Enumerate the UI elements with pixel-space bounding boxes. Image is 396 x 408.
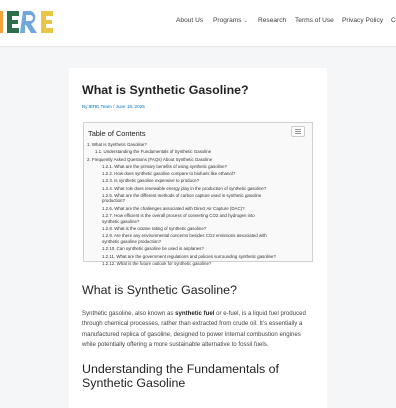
toc-item[interactable]: 1. What is Synthetic Gasoline? [87, 141, 276, 148]
post-card: What is Synthetic Gasoline? By IERE Team… [69, 68, 327, 408]
post-date: June 18, 2025 [115, 104, 145, 109]
toc-item[interactable]: 1.2.6. What are the challenges associate… [87, 205, 276, 212]
intro-paragraph: Synthetic gasoline, also known as synthe… [82, 309, 314, 351]
nav-item-privacy-policy[interactable]: Privacy Policy [342, 17, 383, 24]
chevron-down-icon: ⌄ [243, 18, 248, 24]
toc-item[interactable]: 1.2.12. What is the future outlook for s… [87, 260, 276, 267]
toc-item[interactable]: 1.2.4. What role does renewable energy p… [87, 185, 276, 192]
nav-item-about-us[interactable]: About Us [176, 17, 203, 24]
section-heading: What is Synthetic Gasoline? [82, 283, 237, 297]
toc-item[interactable]: 2. Frequently Asked Questions (FAQs) Abo… [87, 156, 276, 163]
site-logo[interactable] [0, 8, 70, 36]
table-of-contents: Table of Contents 1. What is Synthetic G… [83, 122, 313, 266]
author-link[interactable]: By IERE Team [82, 104, 112, 109]
list-icon [295, 129, 301, 134]
site-header: About Us Programs ⌄ Research Terms of Use… [0, 0, 396, 47]
nav-item-terms-of-use[interactable]: Terms of Use [295, 17, 334, 24]
nav-item-programs[interactable]: Programs ⌄ [213, 17, 248, 24]
paragraph-bold-term: synthetic fuel [175, 310, 215, 317]
toc-item[interactable]: 1.2.3. Is synthetic gasoline expensive t… [87, 177, 276, 184]
toc-item[interactable]: 1.2.10. Can synthetic gasoline be used i… [87, 245, 276, 252]
toc-item[interactable]: 1.2.1. What are the primary benefits of … [87, 163, 276, 170]
toc-title: Table of Contents [88, 129, 146, 138]
nav-item-research[interactable]: Research [258, 17, 286, 24]
post-meta: By IERE Team / June 18, 2025 [82, 104, 145, 109]
toc-item[interactable]: 1.2.8. What is the octane rating of synt… [87, 225, 276, 232]
toc-item[interactable]: 1.2.9. Are there any environmental conce… [87, 232, 272, 245]
toc-list: 1. What is Synthetic Gasoline? 1.1. Under… [87, 141, 276, 267]
section-heading: Understanding the Fundamentals of Synthe… [82, 362, 279, 390]
paragraph-text: Synthetic gasoline, also known as [82, 310, 176, 317]
toc-toggle-button[interactable] [291, 126, 305, 137]
nav-item-label: Programs [213, 17, 242, 24]
nav-item-contact[interactable]: Co [391, 17, 396, 24]
toc-item[interactable]: 1.2.5. What are the different methods of… [87, 192, 272, 205]
toc-item[interactable]: 1.2.11. What are the government regulati… [87, 253, 276, 260]
toc-item[interactable]: 1.1. Understanding the Fundamentals of S… [87, 148, 276, 155]
page-title: What is Synthetic Gasoline? [82, 83, 249, 97]
toc-item[interactable]: 1.2.7. How efficient is the overall proc… [87, 212, 272, 225]
toc-item[interactable]: 1.2.2. How does synthetic gasoline compa… [87, 170, 276, 177]
